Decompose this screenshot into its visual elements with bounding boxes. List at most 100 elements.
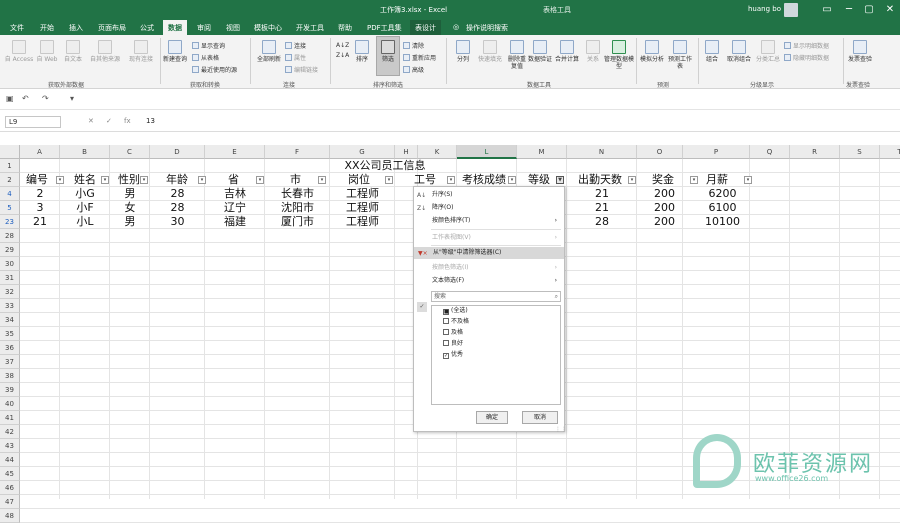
row-header-39[interactable]: 39 xyxy=(0,383,20,397)
table-cell[interactable]: 28 xyxy=(567,215,637,229)
tab-table-design[interactable]: 表设计 xyxy=(410,20,441,35)
checkbox-icon[interactable] xyxy=(443,318,449,324)
filter-dropdown-icon[interactable]: ▾ xyxy=(690,176,698,184)
row-header-38[interactable]: 38 xyxy=(0,369,20,383)
table-cell[interactable]: 男 xyxy=(110,187,150,201)
table-cell[interactable]: 小L xyxy=(60,215,110,229)
refresh-all-button[interactable]: 全部刷新 xyxy=(254,40,284,63)
recent-sources-button[interactable]: 最近使用的源 xyxy=(192,65,237,74)
insert-function-icon[interactable]: fx xyxy=(124,117,131,125)
table-cell[interactable]: 21 xyxy=(567,187,637,201)
row-header-35[interactable]: 35 xyxy=(0,327,20,341)
sheet-view-item[interactable]: 工作表视图(V) › xyxy=(413,232,563,243)
row-header-48[interactable]: 48 xyxy=(0,509,20,523)
formula-input[interactable]: 13 xyxy=(146,117,155,125)
tab-formulas[interactable]: 公式 xyxy=(140,23,154,33)
reapply-button[interactable]: 重新应用 xyxy=(403,53,436,62)
table-cell[interactable]: 长春市 xyxy=(265,187,330,201)
header-cell[interactable]: 年龄 xyxy=(166,173,188,187)
filter-option[interactable]: 及格 xyxy=(443,328,563,338)
filter-dropdown-icon[interactable]: ▾ xyxy=(628,176,636,184)
header-cell[interactable]: 出勤天数 xyxy=(578,173,622,187)
from-other-sources-button[interactable]: 自其他来源 xyxy=(86,40,124,63)
table-cell[interactable]: 工程师 xyxy=(330,215,395,229)
tell-me-search[interactable]: 操作说明搜索 xyxy=(466,23,508,33)
table-cell[interactable]: 工程师 xyxy=(330,187,395,201)
table-cell[interactable]: 女 xyxy=(110,201,150,215)
row-header-42[interactable]: 42 xyxy=(0,425,20,439)
header-cell[interactable]: 性别 xyxy=(118,173,140,187)
sort-descending-button[interactable]: Z↓A xyxy=(336,52,349,59)
table-cell[interactable]: 辽宁 xyxy=(205,201,265,215)
filter-option[interactable]: 不及格 xyxy=(443,317,563,327)
table-cell[interactable]: 28 xyxy=(150,201,205,215)
column-header-p[interactable]: P xyxy=(683,145,750,159)
undo-icon[interactable]: ↶ xyxy=(22,94,29,103)
row-header-29[interactable]: 29 xyxy=(0,243,20,257)
table-cell[interactable]: 小F xyxy=(60,201,110,215)
tab-developer[interactable]: 开发工具 xyxy=(296,23,324,33)
row-header-47[interactable]: 47 xyxy=(0,495,20,509)
consolidate-button[interactable]: 合并计算 xyxy=(552,40,582,63)
row-header-31[interactable]: 31 xyxy=(0,271,20,285)
resize-grip-icon[interactable]: ⋮⋮ xyxy=(555,426,567,433)
table-cell[interactable]: 3 xyxy=(20,201,60,215)
table-cell[interactable]: 21 xyxy=(567,201,637,215)
filter-option[interactable]: ✓ 优秀 xyxy=(443,350,563,360)
filter-dropdown-icon[interactable]: ▾ xyxy=(447,176,455,184)
row-header-34[interactable]: 34 xyxy=(0,313,20,327)
tab-data[interactable]: 数据 xyxy=(163,20,187,35)
clear-filter-button[interactable]: 清除 xyxy=(403,41,424,50)
properties-button[interactable]: 属性 xyxy=(285,53,306,62)
show-detail-button[interactable]: 显示明细数据 xyxy=(784,41,829,50)
filter-by-color-item[interactable]: 按颜色筛选(I) › xyxy=(413,262,563,273)
manage-data-model-button[interactable]: 管理数据模型 xyxy=(604,40,634,70)
filter-dropdown-icon[interactable]: ▾ xyxy=(140,176,148,184)
enter-icon[interactable]: ✓ xyxy=(106,117,112,125)
invoice-check-button[interactable]: 发票查验 xyxy=(848,40,872,63)
filter-option[interactable]: ■ (全选) xyxy=(443,306,563,316)
table-cell[interactable]: 6200 xyxy=(690,187,755,201)
existing-connections-button[interactable]: 现有连接 xyxy=(124,40,158,63)
filter-option[interactable]: 良好 xyxy=(443,339,563,349)
from-table-button[interactable]: 从表格 xyxy=(192,53,219,62)
table-cell[interactable]: 30 xyxy=(150,215,205,229)
filter-search-input[interactable]: 搜索 ⌕ xyxy=(431,291,561,302)
column-header-a[interactable]: A xyxy=(20,145,60,159)
filter-dropdown-icon[interactable]: ▾ xyxy=(256,176,264,184)
column-header-f[interactable]: F xyxy=(265,145,330,159)
tab-help[interactable]: 帮助 xyxy=(338,23,352,33)
name-box[interactable]: L9 xyxy=(5,116,61,128)
row-header-46[interactable]: 46 xyxy=(0,481,20,495)
row-header-43[interactable]: 43 xyxy=(0,439,20,453)
table-cell[interactable]: 200 xyxy=(637,187,692,201)
from-web-button[interactable]: 自 Web xyxy=(34,40,60,63)
text-to-columns-button[interactable]: 分列 xyxy=(452,40,474,63)
table-cell[interactable]: 福建 xyxy=(205,215,265,229)
ok-button[interactable]: 确定 xyxy=(476,411,508,424)
header-cell[interactable]: 编号 xyxy=(26,173,48,187)
row-header-30[interactable]: 30 xyxy=(0,257,20,271)
filter-dropdown-icon[interactable]: ▾ xyxy=(385,176,393,184)
filter-button[interactable]: 筛选 xyxy=(376,40,400,63)
select-all-corner[interactable] xyxy=(0,145,20,159)
filter-dropdown-icon[interactable]: ▾ xyxy=(318,176,326,184)
row-header-2[interactable]: 2 xyxy=(0,173,20,187)
checkbox-icon[interactable]: ■ xyxy=(443,309,449,315)
tab-insert[interactable]: 插入 xyxy=(69,23,83,33)
header-cell[interactable]: 岗位 xyxy=(348,173,370,187)
column-header-s[interactable]: S xyxy=(840,145,880,159)
subtotal-button[interactable]: 分类汇总 xyxy=(754,40,782,63)
row-header-1[interactable]: 1 xyxy=(0,159,20,173)
row-header-40[interactable]: 40 xyxy=(0,397,20,411)
filter-dropdown-icon[interactable]: ▾ xyxy=(56,176,64,184)
hide-detail-button[interactable]: 隐藏明细数据 xyxy=(784,53,829,62)
edit-links-button[interactable]: 编辑链接 xyxy=(285,65,318,74)
remove-duplicates-button[interactable]: 删除重复值 xyxy=(506,40,528,70)
flash-fill-button[interactable]: 快速填充 xyxy=(474,40,506,63)
ribbon-display-icon[interactable]: ▭ xyxy=(820,3,834,17)
table-cell[interactable]: 2 xyxy=(20,187,60,201)
advanced-filter-button[interactable]: 高级 xyxy=(403,65,424,74)
show-queries-button[interactable]: 显示查询 xyxy=(192,41,225,50)
header-cell[interactable]: 省 xyxy=(228,173,239,187)
